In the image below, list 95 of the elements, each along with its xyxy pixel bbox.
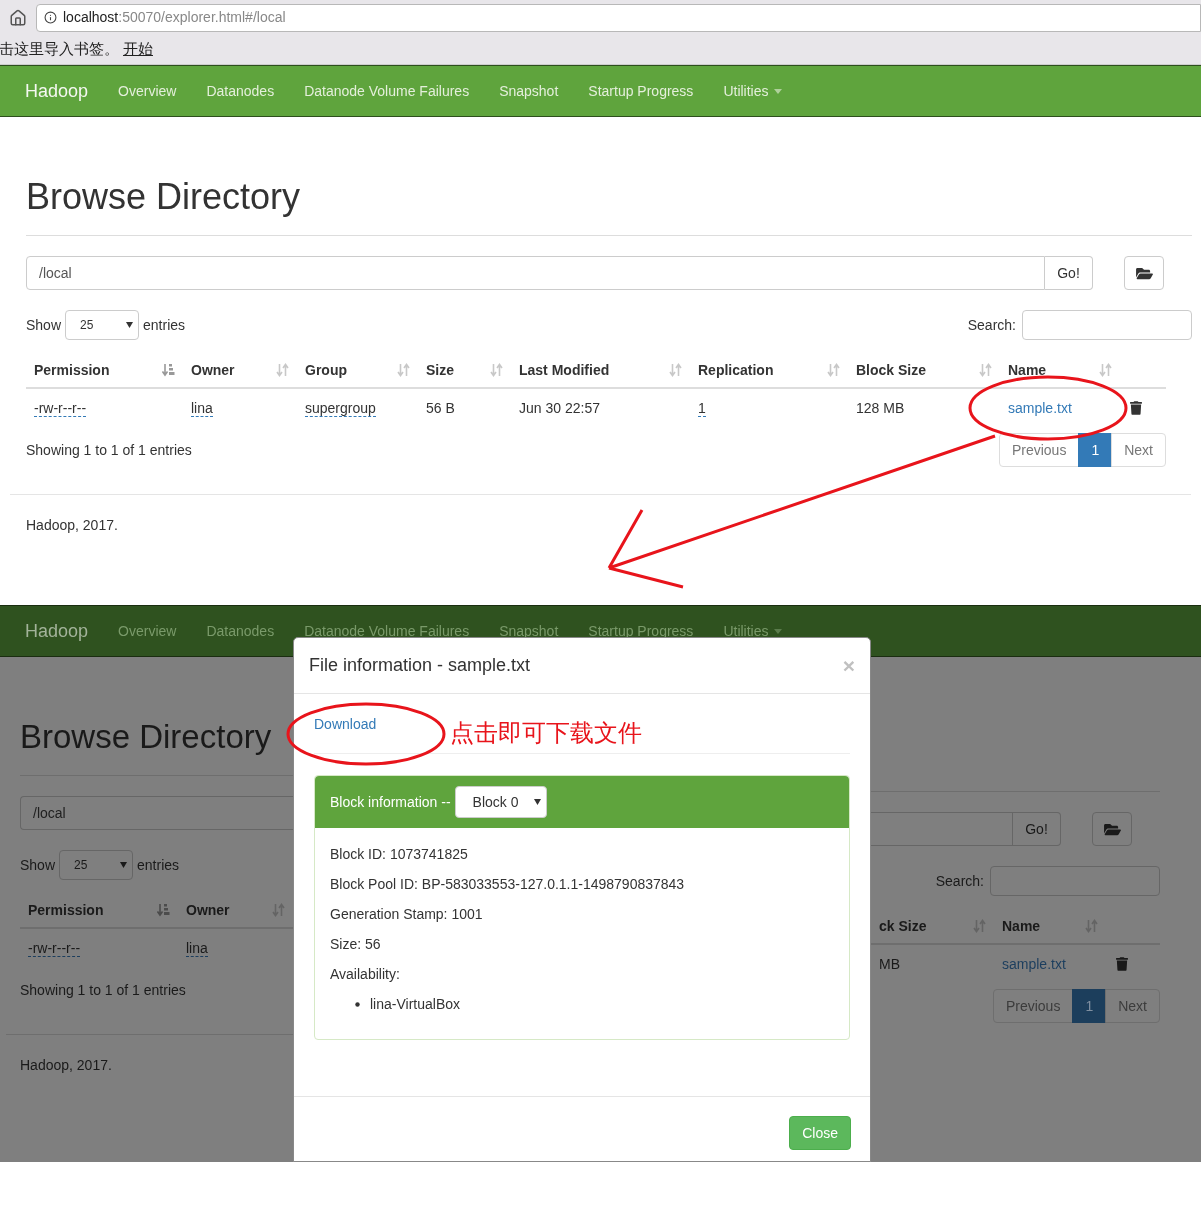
folder-icon xyxy=(1135,265,1153,281)
nav-link[interactable]: Utilities xyxy=(708,80,797,102)
nav-link[interactable]: Startup Progress xyxy=(573,80,709,102)
column-header[interactable]: Owner xyxy=(186,899,230,921)
brand-link[interactable]: Hadoop xyxy=(25,617,89,645)
table-cell: lina xyxy=(191,399,213,417)
go-button[interactable]: Go! xyxy=(1045,256,1093,290)
block-detail: Size: 56 xyxy=(330,934,381,954)
brand-link[interactable]: Hadoop xyxy=(25,77,89,105)
sort-icon[interactable] xyxy=(973,919,986,933)
bookmark-hint: 击这里导入书签。 xyxy=(0,39,119,60)
go-button[interactable]: Go! xyxy=(1013,812,1061,846)
column-header[interactable]: Permission xyxy=(28,899,104,921)
table-cell: -rw-r--r-- xyxy=(34,399,87,417)
file-link[interactable]: sample.txt xyxy=(1002,955,1066,972)
column-header[interactable]: Permission xyxy=(34,359,110,381)
file-link[interactable]: sample.txt xyxy=(1008,399,1072,416)
nav-link[interactable]: Datanodes xyxy=(191,80,290,102)
sort-icon[interactable] xyxy=(276,363,289,377)
info-icon xyxy=(44,11,57,24)
block-select[interactable]: Block 0 xyxy=(454,786,547,818)
nav-link[interactable]: Datanodes xyxy=(191,620,290,642)
dialog-title: File information - sample.txt xyxy=(309,654,531,677)
table-cell: -rw-r--r-- xyxy=(28,939,81,957)
footer-text: Hadoop, 2017. xyxy=(26,517,118,533)
show-label: Show xyxy=(26,315,62,335)
sort-icon[interactable] xyxy=(490,363,503,377)
column-header[interactable]: Name xyxy=(1008,359,1047,381)
datanode-name: lina-VirtualBox xyxy=(370,994,460,1014)
table-cell: 1 xyxy=(698,399,706,417)
path-field[interactable]: /local xyxy=(33,802,66,824)
bookmark-link[interactable]: 开始 xyxy=(123,38,153,61)
sort-icon[interactable] xyxy=(272,903,285,917)
pagination-button[interactable]: 1 xyxy=(1078,433,1113,467)
page-title: Browse Directory xyxy=(20,717,273,757)
nav-link[interactable]: Datanode Volume Failures xyxy=(289,80,485,102)
search-label: Search: xyxy=(967,315,1016,335)
path-field[interactable] xyxy=(871,812,1013,846)
sort-icon[interactable] xyxy=(669,363,682,377)
folder-icon xyxy=(1103,821,1121,837)
table-cell: MB xyxy=(879,955,900,972)
page-size-select[interactable]: 25 xyxy=(59,850,134,880)
sort-ascending-icon[interactable] xyxy=(162,363,175,377)
column-header[interactable]: Block Size xyxy=(856,359,927,381)
annotation-note: 点击即可下载文件 xyxy=(450,718,642,748)
sort-ascending-icon[interactable] xyxy=(157,903,170,917)
entries-label: entries xyxy=(137,855,180,875)
table-cell: supergroup xyxy=(305,399,376,417)
block-detail: Block Pool ID: BP-583033553-127.0.1.1-1498790837843 xyxy=(330,874,685,894)
column-header[interactable]: Size xyxy=(426,359,454,381)
close-button[interactable]: Close xyxy=(789,1116,851,1150)
caret-icon xyxy=(773,88,782,94)
entries-label: entries xyxy=(143,315,186,335)
column-header[interactable]: Name xyxy=(1002,915,1041,937)
column-header[interactable]: Owner xyxy=(191,359,235,381)
nav-link[interactable]: Overview xyxy=(103,80,192,102)
table-cell: 128 MB xyxy=(856,399,905,416)
column-header[interactable]: Replication xyxy=(698,359,774,381)
path-field[interactable]: /local xyxy=(26,256,1045,290)
block-detail: Block ID: 1073741825 xyxy=(330,844,468,864)
pagination-button[interactable]: 1 xyxy=(1072,989,1107,1023)
page-title: Browse Directory xyxy=(26,175,302,219)
nav-link[interactable]: Snapshot xyxy=(484,80,574,102)
bullet-icon xyxy=(355,1001,360,1007)
page-size-select[interactable]: 25 xyxy=(65,310,140,340)
column-header[interactable]: ck Size xyxy=(879,915,927,937)
sort-icon[interactable] xyxy=(827,363,840,377)
sort-icon[interactable] xyxy=(1085,919,1098,933)
search-field[interactable] xyxy=(990,866,1160,896)
download-link[interactable]: Download xyxy=(314,716,377,732)
nav-link[interactable]: Utilities xyxy=(708,620,797,642)
block-detail: Availability: xyxy=(330,964,400,984)
caret-icon xyxy=(773,628,782,634)
footer-text: Hadoop, 2017. xyxy=(20,1057,112,1073)
column-header[interactable]: Group xyxy=(305,359,347,381)
block-detail: Generation Stamp: 1001 xyxy=(330,904,483,924)
table-cell: Jun 30 22:57 xyxy=(519,399,600,416)
home-icon[interactable] xyxy=(9,8,27,27)
sort-icon[interactable] xyxy=(397,363,410,377)
dropdown-arrow-icon xyxy=(126,322,134,328)
show-label: Show xyxy=(20,855,56,875)
table-cell: 56 B xyxy=(426,399,455,416)
trash-icon[interactable] xyxy=(1130,401,1142,415)
address-bar[interactable]: localhost:50070/explorer.html#/local xyxy=(36,3,1201,32)
nav-link[interactable]: Overview xyxy=(103,620,192,642)
dropdown-arrow-icon xyxy=(533,799,541,805)
search-label: Search: xyxy=(935,871,984,891)
entries-info: Showing 1 to 1 of 1 entries xyxy=(26,440,192,460)
table-cell: lina xyxy=(186,939,208,957)
dropdown-arrow-icon xyxy=(120,862,128,868)
sort-icon[interactable] xyxy=(979,363,992,377)
sort-icon[interactable] xyxy=(1099,363,1112,377)
entries-info: Showing 1 to 1 of 1 entries xyxy=(20,980,186,1000)
panel-title: Block information -- xyxy=(330,792,451,812)
column-header[interactable]: Last Modified xyxy=(519,359,610,381)
